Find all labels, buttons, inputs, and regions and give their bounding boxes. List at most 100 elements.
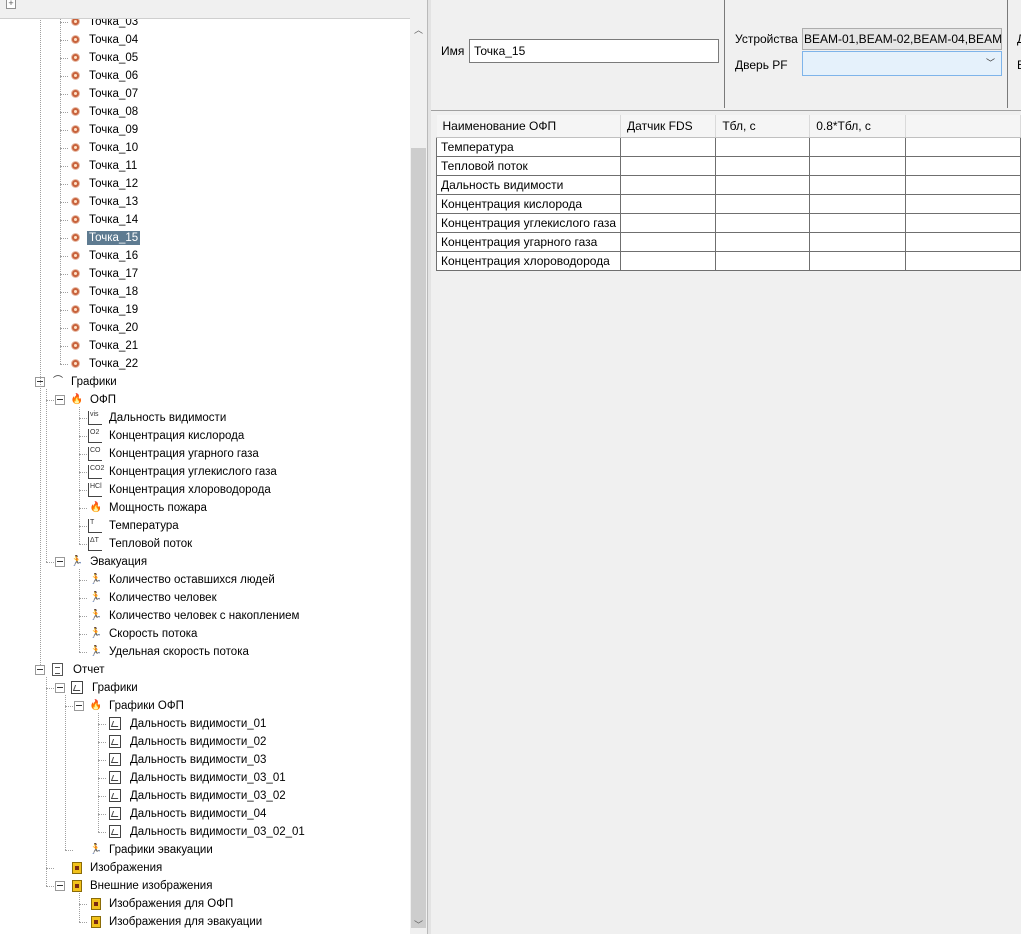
column-header-tbl-08[interactable]: 0.8*Тбл, с — [809, 115, 907, 138]
tree-item-point[interactable]: Точка_22 — [0, 355, 410, 373]
tree-item-point[interactable]: Точка_20 — [0, 319, 410, 337]
tree-item-point[interactable]: Точка_15 — [0, 229, 410, 247]
table-cell[interactable] — [715, 251, 811, 271]
table-cell[interactable] — [620, 137, 717, 157]
tree-node-report[interactable]: Отчет — [0, 661, 410, 679]
tree-scrollbar[interactable]: ︿ ﹀ — [410, 18, 427, 934]
expand-all-button[interactable]: + — [6, 0, 16, 9]
tree-item-point[interactable]: Точка_17 — [0, 265, 410, 283]
collapse-toggle-icon[interactable] — [55, 395, 65, 405]
tree-item-point[interactable]: Точка_06 — [0, 67, 410, 85]
table-row[interactable]: Концентрация кислорода — [435, 194, 1021, 214]
tree-item-point[interactable]: Точка_19 — [0, 301, 410, 319]
table-cell[interactable] — [905, 137, 1021, 157]
tree-item-point[interactable]: Точка_16 — [0, 247, 410, 265]
tree-item-report-chart[interactable]: Дальность видимости_02 — [0, 733, 410, 751]
tree-item-ofp-graph[interactable]: vis Дальность видимости — [0, 409, 410, 427]
collapse-toggle-icon[interactable] — [55, 557, 65, 567]
tree-node-evacuation[interactable]: 🏃 Эвакуация — [0, 553, 410, 571]
door-pf-select[interactable]: ﹀ — [802, 51, 1002, 76]
table-cell[interactable] — [620, 175, 717, 195]
table-cell[interactable] — [620, 156, 717, 176]
tree-item-ofp-graph[interactable]: CO2 Концентрация углекислого газа — [0, 463, 410, 481]
tree-item-ofp-graph[interactable]: CO Концентрация угарного газа — [0, 445, 410, 463]
table-cell[interactable] — [905, 213, 1021, 233]
table-row[interactable]: Концентрация угарного газа — [435, 232, 1021, 252]
table-cell[interactable] — [715, 213, 811, 233]
table-cell[interactable] — [715, 156, 811, 176]
tree-item-point[interactable]: Точка_10 — [0, 139, 410, 157]
table-cell[interactable] — [905, 251, 1021, 271]
table-cell[interactable] — [905, 232, 1021, 252]
tree-item-evac-graph[interactable]: 🏃 Количество оставшихся людей — [0, 571, 410, 589]
tree-node-report-graphs[interactable]: Графики — [0, 679, 410, 697]
table-row[interactable]: Концентрация хлороводорода — [435, 251, 1021, 271]
table-row[interactable]: Концентрация углекислого газа — [435, 213, 1021, 233]
table-cell[interactable] — [809, 137, 907, 157]
table-cell[interactable] — [620, 213, 717, 233]
column-header-fds-sensor[interactable]: Датчик FDS — [620, 115, 717, 138]
table-row[interactable]: Температура — [435, 137, 1021, 157]
table-cell[interactable] — [715, 194, 811, 214]
collapse-toggle-icon[interactable] — [55, 683, 65, 693]
column-header-name[interactable]: Наименование ОФП — [436, 115, 622, 138]
tree-item-external-image[interactable]: Изображения для ОФП — [0, 895, 410, 913]
project-tree[interactable]: Точка_03 Точка_04 Точка_05 Точка_06 Точка_07… — [0, 0, 410, 934]
table-cell[interactable] — [905, 156, 1021, 176]
tree-item-ofp-graph[interactable]: ΔT Тепловой поток — [0, 535, 410, 553]
table-cell[interactable] — [715, 175, 811, 195]
tree-node-external-images[interactable]: Внешние изображения — [0, 877, 410, 895]
tree-item-report-chart[interactable]: Дальность видимости_03_02 — [0, 787, 410, 805]
table-row[interactable]: Тепловой поток — [435, 156, 1021, 176]
tree-item-report-chart[interactable]: Дальность видимости_03_02_01 — [0, 823, 410, 841]
tree-node-graphs[interactable]: ⌒ Графики — [0, 373, 410, 391]
tree-item-point[interactable]: Точка_14 — [0, 211, 410, 229]
table-cell[interactable] — [715, 137, 811, 157]
scroll-thumb[interactable] — [411, 148, 426, 928]
tree-item-point[interactable]: Точка_13 — [0, 193, 410, 211]
table-cell[interactable] — [809, 213, 907, 233]
collapse-toggle-icon[interactable] — [74, 701, 84, 711]
name-field[interactable]: Точка_15 — [469, 39, 719, 63]
tree-item-images[interactable]: Изображения — [0, 859, 410, 877]
table-cell[interactable] — [809, 232, 907, 252]
table-cell[interactable] — [905, 194, 1021, 214]
tree-item-external-image[interactable]: Изображения для эвакуации — [0, 913, 410, 931]
tree-item-point[interactable]: Точка_18 — [0, 283, 410, 301]
tree-item-ofp-graph[interactable]: HCl Концентрация хлороводорода — [0, 481, 410, 499]
tree-item-evac-graphs[interactable]: 🏃 Графики эвакуации — [0, 841, 410, 859]
tree-item-point[interactable]: Точка_11 — [0, 157, 410, 175]
tree-item-point[interactable]: Точка_09 — [0, 121, 410, 139]
devices-field[interactable]: BEAM-01,BEAM-02,BEAM-04,BEAM-0 — [802, 28, 1002, 50]
tree-item-report-chart[interactable]: Дальность видимости_04 — [0, 805, 410, 823]
column-header-tbl[interactable]: Тбл, с — [715, 115, 811, 138]
table-cell[interactable] — [905, 175, 1021, 195]
tree-item-ofp-graph[interactable]: O2 Концентрация кислорода — [0, 427, 410, 445]
tree-item-ofp-graph[interactable]: 🔥 Мощность пожара — [0, 499, 410, 517]
table-cell[interactable] — [809, 251, 907, 271]
tree-item-point[interactable]: Точка_08 — [0, 103, 410, 121]
tree-item-report-chart[interactable]: Дальность видимости_01 — [0, 715, 410, 733]
tree-item-point[interactable]: Точка_05 — [0, 49, 410, 67]
tree-item-report-chart[interactable]: Дальность видимости_03_01 — [0, 769, 410, 787]
table-cell[interactable] — [715, 232, 811, 252]
tree-item-point[interactable]: Точка_21 — [0, 337, 410, 355]
tree-item-evac-graph[interactable]: 🏃 Количество человек с накоплением — [0, 607, 410, 625]
scroll-down-arrow-icon[interactable]: ﹀ — [410, 917, 427, 934]
tree-item-point[interactable]: Точка_12 — [0, 175, 410, 193]
scroll-up-arrow-icon[interactable]: ︿ — [410, 22, 427, 39]
table-cell[interactable] — [809, 194, 907, 214]
collapse-toggle-icon[interactable] — [35, 665, 45, 675]
tree-item-point[interactable]: Точка_07 — [0, 85, 410, 103]
tree-item-evac-graph[interactable]: 🏃 Удельная скорость потока — [0, 643, 410, 661]
table-cell[interactable] — [620, 194, 717, 214]
table-cell[interactable] — [809, 156, 907, 176]
table-row[interactable]: Дальность видимости — [435, 175, 1021, 195]
tree-item-evac-graph[interactable]: 🏃 Количество человек — [0, 589, 410, 607]
collapse-toggle-icon[interactable] — [55, 881, 65, 891]
tree-item-ofp-graph[interactable]: T Температура — [0, 517, 410, 535]
tree-item-point[interactable]: Точка_04 — [0, 31, 410, 49]
table-cell[interactable] — [620, 251, 717, 271]
tree-item-report-chart[interactable]: Дальность видимости_03 — [0, 751, 410, 769]
table-cell[interactable] — [809, 175, 907, 195]
